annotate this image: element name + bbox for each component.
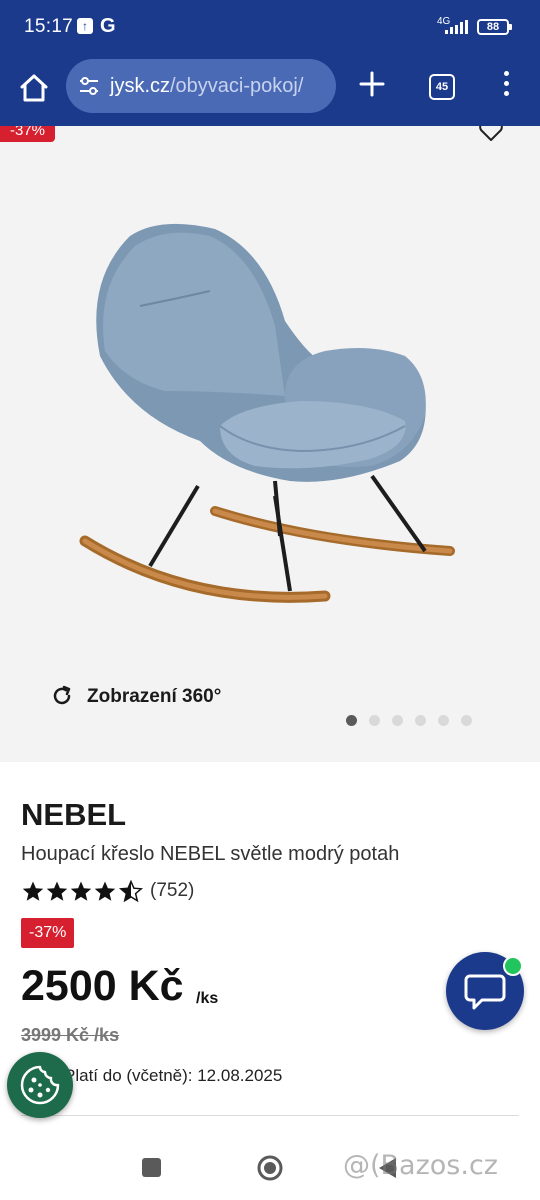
product-description: Houpací křeslo NEBEL světle modrý potah xyxy=(21,843,400,865)
url-path: /obyvaci-pokoj/ xyxy=(170,75,304,97)
discount-badge-image: -37% xyxy=(0,126,56,142)
product-brand: NEBEL xyxy=(21,797,127,832)
gallery-dot[interactable] xyxy=(415,715,426,726)
online-status-dot xyxy=(503,956,523,976)
overflow-menu-icon[interactable] xyxy=(500,71,512,101)
star-icon xyxy=(46,881,68,901)
battery-icon: 88 xyxy=(477,19,512,35)
wishlist-heart-icon[interactable] xyxy=(478,126,504,142)
view-360-button[interactable]: Zobrazení 360° xyxy=(87,686,221,708)
product-gallery[interactable]: -37% Zobrazení 360° xyxy=(0,126,540,762)
gallery-dot[interactable] xyxy=(369,715,380,726)
old-price: 3999 Kč /ks xyxy=(21,1025,120,1045)
watermark: @(Bazos.cz xyxy=(343,1150,498,1181)
gallery-dot[interactable] xyxy=(346,715,357,726)
status-bar: 15:17 ↑ G 4G 88 xyxy=(0,0,540,56)
url-bar[interactable]: jysk.cz/obyvaci-pokoj/ xyxy=(66,59,336,113)
product-image xyxy=(79,223,455,603)
gallery-dot[interactable] xyxy=(461,715,472,726)
divider xyxy=(21,1115,519,1116)
gallery-dot[interactable] xyxy=(438,715,449,726)
star-icon xyxy=(94,881,116,901)
upload-icon: ↑ xyxy=(77,18,93,34)
recents-button[interactable] xyxy=(142,1158,161,1177)
gallery-dot[interactable] xyxy=(392,715,403,726)
rotate-360-icon[interactable] xyxy=(50,684,74,708)
price-validity: Platí do (včetně): 12.08.2025 xyxy=(64,1066,283,1085)
status-time: 15:17 xyxy=(24,16,74,37)
browser-toolbar: jysk.cz/obyvaci-pokoj/ 45 xyxy=(0,56,540,126)
cookie-settings-button[interactable] xyxy=(7,1052,73,1118)
cookie-icon xyxy=(20,1065,60,1105)
rating-stars[interactable] xyxy=(21,880,145,904)
site-settings-icon[interactable] xyxy=(78,76,100,96)
tab-switcher-button[interactable]: 45 xyxy=(429,74,455,100)
signal-icon xyxy=(445,20,468,34)
url-domain: jysk.cz xyxy=(110,75,170,97)
price-unit: /ks xyxy=(196,990,219,1007)
google-icon: G xyxy=(100,15,116,37)
discount-badge: -37% xyxy=(21,918,75,948)
url-text: jysk.cz/obyvaci-pokoj/ xyxy=(110,75,303,98)
star-icon xyxy=(22,881,44,901)
new-tab-icon[interactable] xyxy=(356,68,388,100)
star-icon xyxy=(70,881,92,901)
product-price: 2500 Kč xyxy=(21,962,184,1010)
review-count[interactable]: (752) xyxy=(150,880,194,902)
home-icon[interactable] xyxy=(16,70,52,106)
home-button[interactable] xyxy=(256,1154,284,1182)
